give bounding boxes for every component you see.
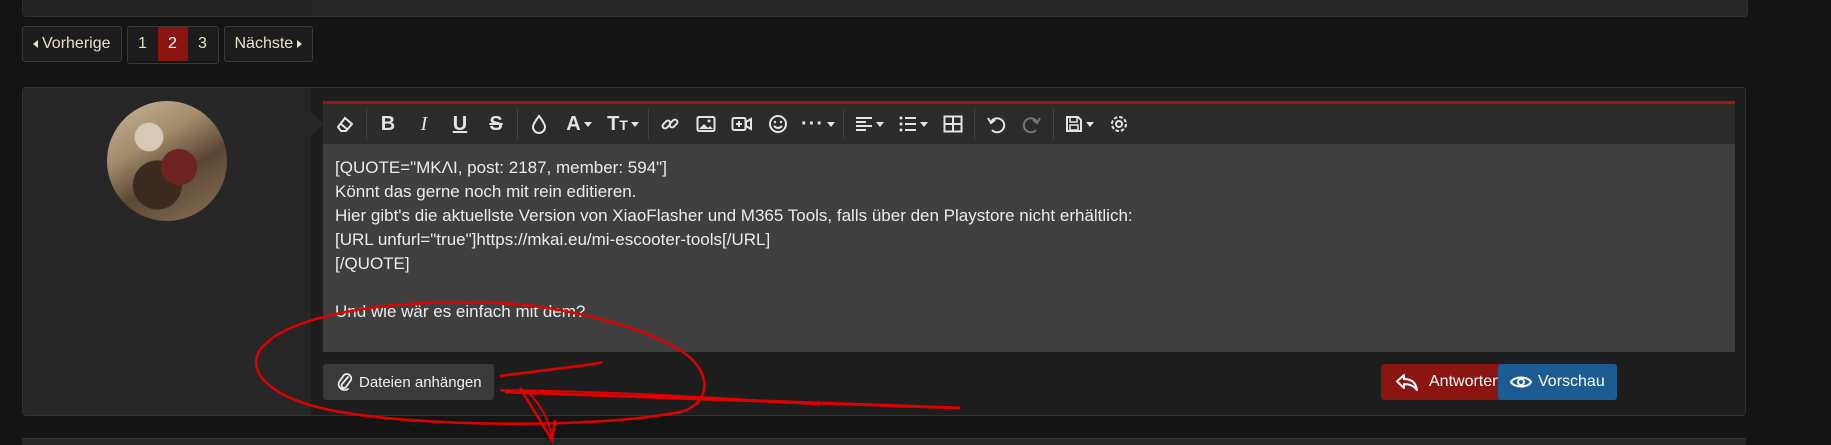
avatar[interactable] [107,101,227,221]
editor-line: [/QUOTE] [335,254,410,273]
list-icon[interactable] [891,104,935,144]
user-cell-arrow [311,112,323,136]
page-numbers: 1 2 3 [126,26,219,64]
page-2-current[interactable]: 2 [157,27,188,61]
quick-reply-box: B I U S A TT ··· [QUOTE="MKΛI, post: 218… [22,87,1746,416]
chevron-left-icon [33,40,38,48]
toolbar-divider [1053,109,1054,139]
prev-page-button[interactable]: Vorherige [22,26,122,62]
strikethrough-icon[interactable]: S [478,104,514,144]
rich-text-editor: B I U S A TT ··· [QUOTE="MKΛI, post: 218… [323,101,1735,352]
eraser-icon[interactable] [327,104,363,144]
editor-line: Hier gibt's die aktuellste Version von X… [335,206,1133,225]
link-icon[interactable] [652,104,688,144]
toolbar-divider [648,109,649,139]
previous-post-strip [22,0,1748,17]
settings-icon[interactable] [1101,104,1137,144]
previous-post-user-cell [23,0,312,16]
pagination: Vorherige 1 2 3 Nächste [22,26,314,64]
undo-icon[interactable] [978,104,1014,144]
font-size-icon[interactable]: TT [601,104,645,144]
preview-label: Vorschau [1538,373,1605,390]
next-page-button[interactable]: Nächste [223,26,314,62]
editor-line: Und wie wär es einfach mit dem? [335,302,586,321]
attach-files-button[interactable]: Dateien anhängen [323,364,494,400]
media-icon[interactable] [724,104,760,144]
table-icon[interactable] [935,104,971,144]
reply-user-cell [23,88,311,415]
reply-icon [1396,374,1418,391]
next-page-label: Nächste [234,35,294,52]
editor-line: [QUOTE="MKΛI, post: 2187, member: 594"] [335,158,667,177]
more-icon[interactable]: ··· [796,104,840,144]
font-family-icon[interactable]: A [557,104,601,144]
underline-icon[interactable]: U [442,104,478,144]
reply-label: Antworten [1429,373,1502,390]
image-icon[interactable] [688,104,724,144]
preview-button[interactable]: Vorschau [1498,364,1617,400]
toolbar-divider [843,109,844,139]
redo-icon[interactable] [1014,104,1050,144]
reply-button[interactable]: Antworten [1381,364,1516,400]
prev-page-label: Vorherige [42,35,111,52]
toolbar-divider [366,109,367,139]
editor-content[interactable]: [QUOTE="MKΛI, post: 2187, member: 594"] … [323,144,1735,352]
toolbar-divider [517,109,518,139]
page-1-link[interactable]: 1 [127,27,158,61]
editor-toolbar: B I U S A TT ··· [323,104,1735,144]
drafts-icon[interactable] [1057,104,1101,144]
smilie-icon[interactable] [760,104,796,144]
bold-icon[interactable]: B [370,104,406,144]
attach-files-label: Dateien anhängen [359,373,482,391]
page-3-link[interactable]: 3 [187,27,218,61]
italic-icon[interactable]: I [406,104,442,144]
editor-line: Könnt das gerne noch mit rein editieren. [335,182,637,201]
align-icon[interactable] [847,104,891,144]
text-color-icon[interactable] [521,104,557,144]
toolbar-divider [974,109,975,139]
paperclip-icon [337,373,353,391]
eye-icon [1510,376,1532,388]
editor-line: [URL unfurl="true"]https://mkai.eu/mi-es… [335,230,771,249]
chevron-right-icon [297,40,303,48]
